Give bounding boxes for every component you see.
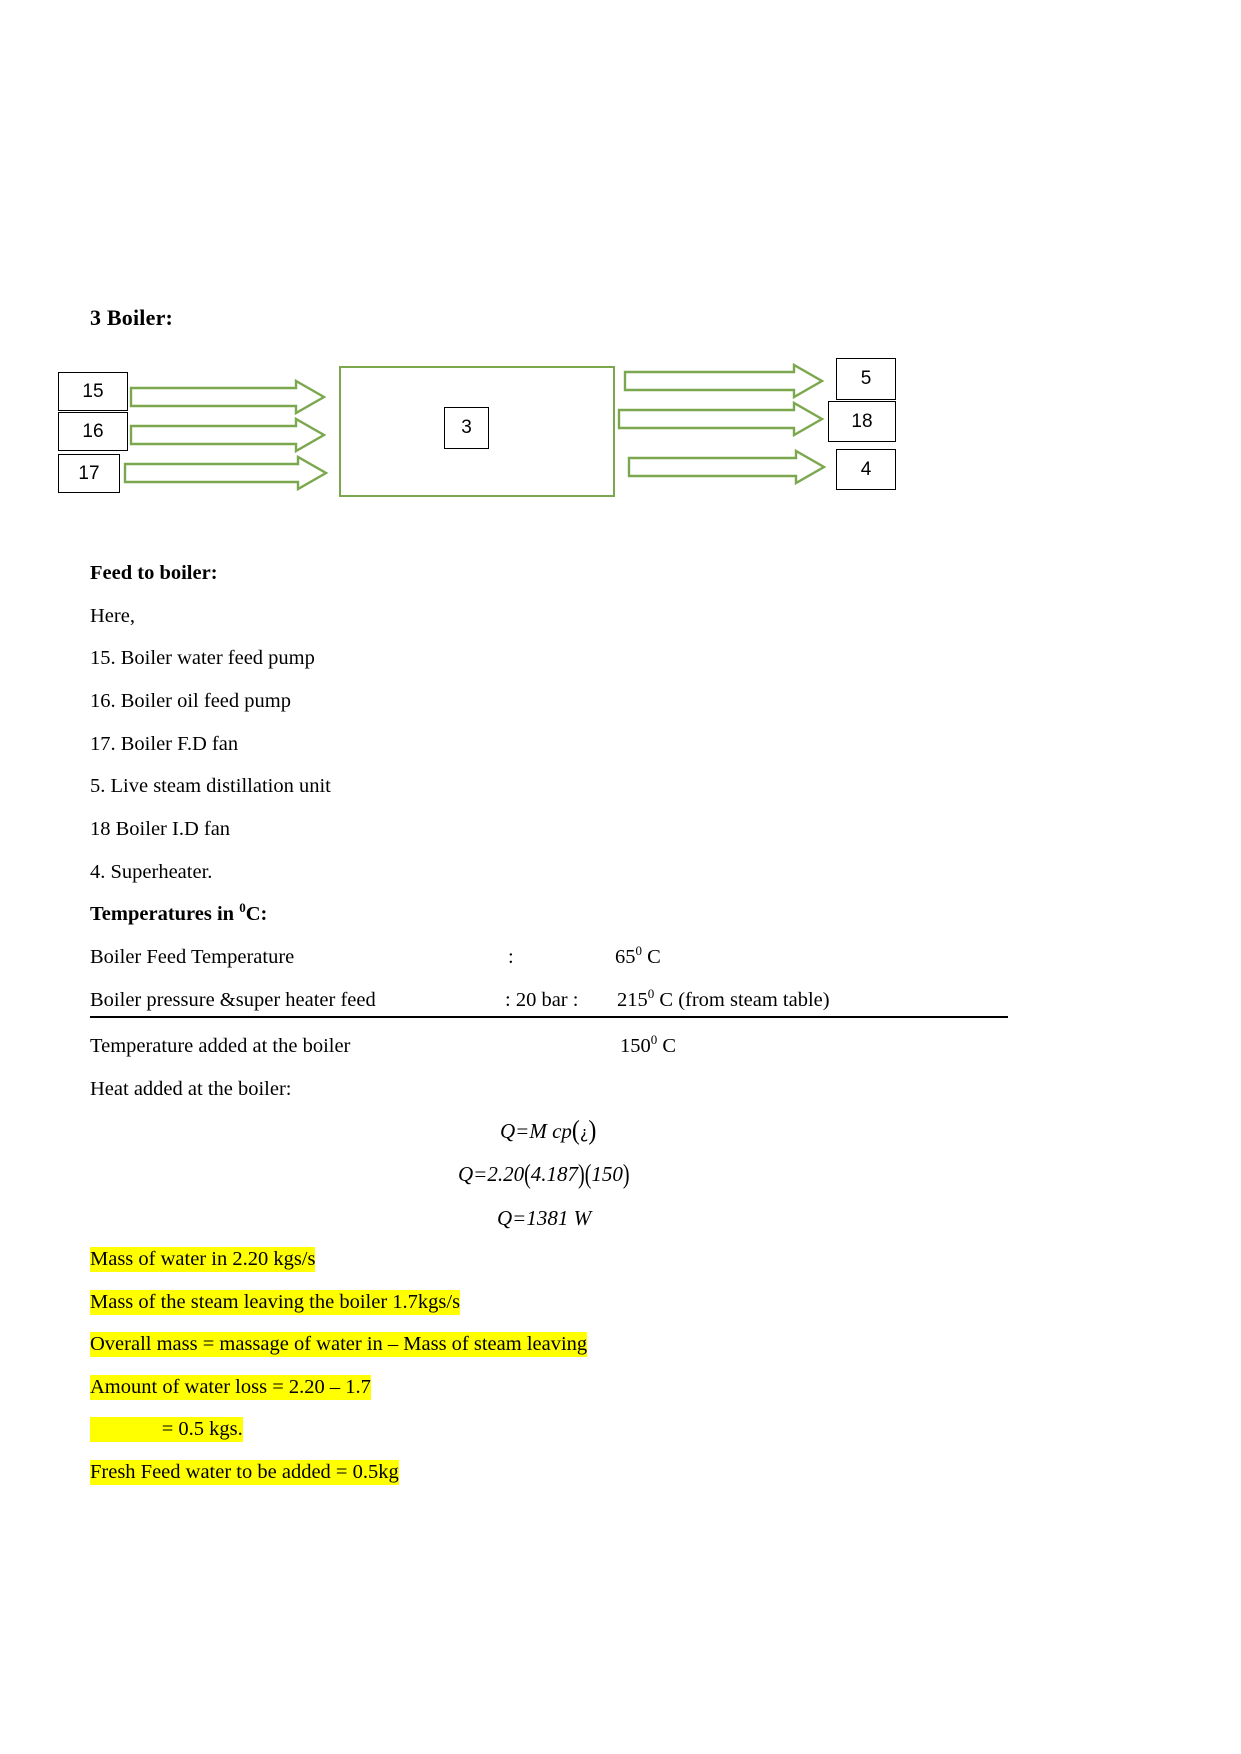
equation-lhs: Q= [500, 1119, 530, 1143]
highlighted-line: Fresh Feed water to be added = 0.5kg [90, 1460, 399, 1485]
flow-arrow-boiler-to-5 [623, 362, 825, 400]
page-title: 3 Boiler: [90, 305, 174, 330]
here-label: Here, [90, 605, 135, 627]
diagram-node-3: 3 [444, 407, 489, 449]
equation-bracket-open: ( [584, 1159, 592, 1190]
diagram-node-18: 18 [828, 401, 896, 442]
equation-rhs: 2.20 [487, 1162, 525, 1186]
legend-item: 18 Boiler I.D fan [90, 818, 231, 840]
legend-item: 5. Live steam distillation unit [90, 775, 331, 797]
equation-bracket-open: ( [524, 1159, 531, 1190]
row-label: Boiler Feed Temperature [90, 946, 295, 968]
equation-2: Q=2.20(4.187)(150) [458, 1160, 630, 1190]
boiler-block-diagram: 3 15 16 17 5 18 4 [0, 350, 1241, 510]
feed-to-boiler-heading: Feed to boiler: [90, 562, 218, 584]
highlighted-line: Mass of the steam leaving the boiler 1.7… [90, 1290, 461, 1315]
equation-3: Q=1381 W [497, 1206, 591, 1231]
equation-bracket-close: ) [622, 1159, 630, 1190]
row-value: 1500 C [620, 1033, 677, 1058]
flow-arrow-15-to-boiler [129, 378, 327, 416]
row-value-number: 65 [615, 946, 636, 968]
row-value: 650 C [615, 944, 661, 969]
row-label: Boiler pressure &super heater feed [90, 989, 376, 1011]
highlighted-line: = 0.5 kgs. [90, 1417, 243, 1442]
equation-paren-open: ( [571, 1115, 580, 1146]
flow-arrow-boiler-to-18 [617, 400, 825, 438]
row-value-unit: C [642, 946, 661, 968]
row-value-unit: C [654, 989, 674, 1011]
row-value-unit: C [657, 1035, 677, 1057]
diagram-node-15: 15 [58, 372, 128, 411]
flow-arrow-16-to-boiler [129, 416, 327, 454]
equation-1: Q=M cp(¿) [500, 1115, 597, 1146]
row-value-number: 215 [617, 989, 648, 1011]
legend-item: 4. Superheater. [90, 861, 213, 883]
diagram-node-4: 4 [836, 449, 896, 490]
temperatures-heading-before: Temperatures in [90, 903, 240, 925]
row-label: Temperature added at the boiler [90, 1035, 351, 1057]
horizontal-rule [90, 1016, 1008, 1018]
equation-term-a: 4.187 [530, 1162, 579, 1186]
legend-item: 16. Boiler oil feed pump [90, 690, 291, 712]
equation-rhs: M cp [529, 1119, 572, 1143]
highlighted-line: Mass of water in 2.20 kgs/s [90, 1247, 316, 1272]
flow-arrow-boiler-to-4 [627, 448, 827, 486]
diagram-node-16: 16 [58, 412, 128, 451]
temperatures-heading: Temperatures in 0C: [90, 901, 268, 926]
legend-item: 17. Boiler F.D fan [90, 733, 239, 755]
row-value-note: (from steam table) [673, 989, 830, 1011]
row-value-number: 150 [620, 1035, 651, 1057]
heat-added-label: Heat added at the boiler: [90, 1078, 292, 1100]
equation-rhs: 1381 W [526, 1206, 592, 1230]
equation-bracket-close: ) [578, 1159, 585, 1190]
diagram-node-17: 17 [58, 454, 120, 493]
diagram-node-5: 5 [836, 358, 896, 400]
row-value: 2150 C (from steam table) [617, 987, 830, 1012]
legend-item: 15. Boiler water feed pump [90, 647, 315, 669]
temperatures-heading-after: C: [245, 903, 268, 925]
equation-paren-close: ) [588, 1115, 597, 1146]
equation-placeholder: ¿ [579, 1123, 589, 1142]
flow-arrow-17-to-boiler [123, 454, 329, 492]
highlighted-line: Amount of water loss = 2.20 – 1.7 [90, 1375, 371, 1400]
document-page: 3 Boiler: 3 15 16 17 5 18 4 Feed to boil… [0, 0, 1241, 1754]
equation-lhs: Q= [497, 1206, 527, 1230]
equation-lhs: Q= [458, 1162, 488, 1186]
row-colon: : [508, 946, 514, 968]
row-colon: : 20 bar : [505, 989, 579, 1011]
highlighted-line: Overall mass = massage of water in – Mas… [90, 1332, 588, 1357]
equation-term-b: 150 [591, 1162, 623, 1186]
